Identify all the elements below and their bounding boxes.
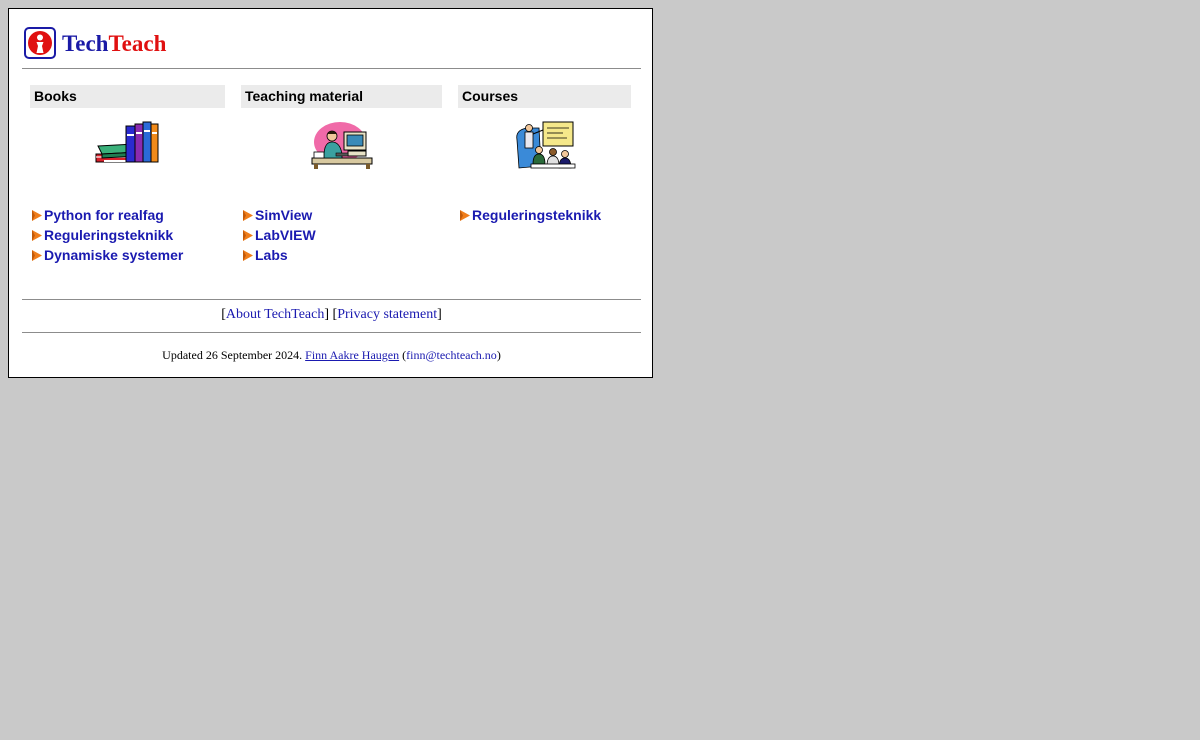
arrow-bullet-icon: [32, 249, 42, 261]
link-simview[interactable]: SimView: [255, 207, 312, 223]
top-divider: [22, 68, 641, 69]
list-item: Python for realfag: [30, 205, 225, 225]
books-links: Python for realfag Reguleringsteknikk Dy…: [30, 205, 225, 265]
privacy-statement-link[interactable]: Privacy statement: [337, 307, 437, 322]
person-at-computer-illustration-icon: [311, 122, 372, 169]
techteach-logo[interactable]: TechTeach: [24, 25, 166, 61]
teaching-material-header: Teaching material: [241, 85, 442, 108]
teaching-material-column: Teaching material SimView LabVIEW Labs: [241, 85, 442, 265]
logo-text-teach: Teach: [108, 30, 167, 56]
updated-date-text: Updated 26 September 2024.: [162, 348, 303, 362]
page-frame: TechTeach Books Python for realfag Regul…: [8, 8, 653, 378]
list-item: Dynamiske systemer: [30, 245, 225, 265]
teaching-material-image: [241, 120, 442, 182]
updated-line: Updated 26 September 2024. Finn Aakre Ha…: [162, 348, 501, 362]
books-illustration-icon: [95, 121, 158, 163]
list-item: Reguleringsteknikk: [458, 205, 631, 225]
link-reguleringsteknikk-book[interactable]: Reguleringsteknikk: [44, 227, 173, 243]
books-header: Books: [30, 85, 225, 108]
books-column: Books Python for realfag Reguleringstekn…: [30, 85, 225, 265]
courses-links: Reguleringsteknikk: [458, 205, 631, 225]
author-email[interactable]: finn@techteach.no: [406, 348, 497, 362]
arrow-bullet-icon: [243, 249, 253, 261]
logo-text-tech: Tech: [62, 30, 109, 56]
logo-wordmark: TechTeach: [62, 32, 166, 55]
techteach-logo-icon: [24, 27, 56, 59]
list-item: Reguleringsteknikk: [30, 225, 225, 245]
footer-top-divider: [22, 299, 641, 300]
link-labs[interactable]: Labs: [255, 247, 288, 263]
footer-bottom-divider: [22, 332, 641, 333]
courses-image: [458, 120, 631, 182]
list-item: Labs: [241, 245, 442, 265]
list-item: SimView: [241, 205, 442, 225]
arrow-bullet-icon: [32, 209, 42, 221]
footer-links: [About TechTeach] [Privacy statement]: [221, 307, 442, 322]
teaching-material-links: SimView LabVIEW Labs: [241, 205, 442, 265]
books-image: [30, 120, 225, 182]
arrow-bullet-icon: [460, 209, 470, 221]
about-techteach-link[interactable]: About TechTeach: [226, 307, 324, 322]
link-labview[interactable]: LabVIEW: [255, 227, 316, 243]
link-python-for-realfag[interactable]: Python for realfag: [44, 207, 164, 223]
arrow-bullet-icon: [243, 209, 253, 221]
link-dynamiske-systemer[interactable]: Dynamiske systemer: [44, 247, 183, 263]
arrow-bullet-icon: [32, 229, 42, 241]
classroom-lecture-illustration-icon: [515, 121, 575, 169]
link-reguleringsteknikk-course[interactable]: Reguleringsteknikk: [472, 207, 601, 223]
arrow-bullet-icon: [243, 229, 253, 241]
author-link[interactable]: Finn Aakre Haugen: [305, 348, 399, 362]
courses-header: Courses: [458, 85, 631, 108]
courses-column: Courses Reguleringsteknikk: [458, 85, 631, 225]
list-item: LabVIEW: [241, 225, 442, 245]
